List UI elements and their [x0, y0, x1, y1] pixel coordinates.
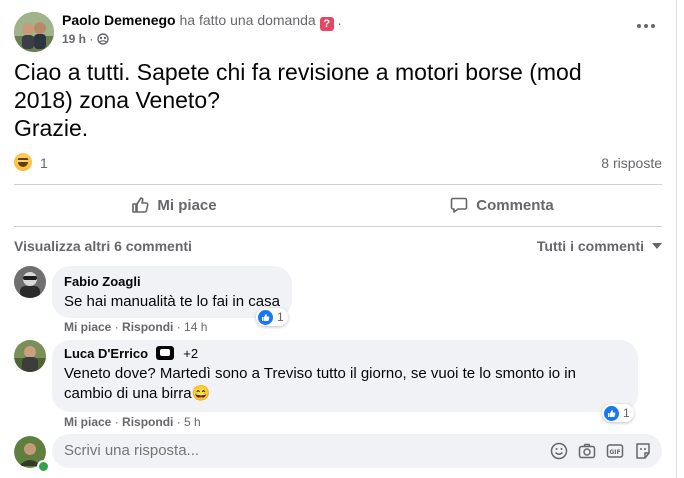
comment-item: Fabio Zoagli Se hai manualità te lo fai … [14, 266, 662, 336]
comment-filter-label: Tutti i commenti [536, 238, 644, 254]
comment-filter-dropdown[interactable]: Tutti i commenti [537, 238, 662, 254]
comment-time[interactable]: 5 h [184, 415, 201, 429]
gif-icon[interactable]: GIF [606, 442, 624, 460]
like-reaction-icon [604, 405, 619, 421]
comment-text: Se hai manualità te lo fai in casa [64, 293, 280, 310]
comment-bubble: Luca D'Errico +2 Veneto dove? Martedì so… [52, 340, 638, 412]
reaction-summary: 1 8 risposte [14, 152, 662, 174]
reply-tools: GIF [550, 442, 652, 460]
comment-button[interactable]: Commenta [342, 188, 662, 222]
like-reaction-icon [258, 309, 273, 325]
chevron-down-icon [652, 243, 662, 249]
comment-icon [450, 197, 468, 213]
badge-extra-count[interactable]: +2 [183, 346, 198, 361]
post-actions: Mi piace Commenta [14, 188, 662, 224]
commenter-avatar[interactable] [14, 340, 46, 372]
trailing-dot: . [337, 12, 342, 28]
comment-text-line: Veneto dove? Martedì sono a Treviso tutt… [64, 365, 576, 382]
post-text-line: Grazie. [14, 115, 89, 141]
comment-text: Veneto dove? Martedì sono a Treviso tutt… [64, 364, 626, 404]
comment-meta: Mi piace · Rispondi · 5 h [64, 415, 201, 429]
online-status-dot [37, 460, 50, 473]
comment-like-link[interactable]: Mi piace [64, 415, 111, 429]
divider [14, 184, 662, 185]
post-time[interactable]: 19 h [62, 32, 86, 46]
commenter-avatar[interactable] [14, 266, 46, 298]
post-meta: 19 h · [62, 32, 109, 48]
author-name[interactable]: Paolo Demenego [62, 12, 176, 28]
divider [14, 226, 662, 227]
commenter-name[interactable]: Fabio Zoagli [64, 274, 280, 290]
view-more-comments-link[interactable]: Visualizza altri 6 commenti [14, 238, 192, 254]
post-card: Paolo Demenego ha fatto una domanda? . 1… [0, 0, 677, 478]
post-text-line: 2018) zona Veneto? [14, 87, 220, 113]
emoji-icon[interactable] [550, 442, 568, 460]
post-header: Paolo Demenego ha fatto una domanda? . 1… [12, 8, 664, 54]
question-badge-icon: ? [319, 17, 334, 31]
comment-time[interactable]: 14 h [184, 320, 207, 334]
group-icon [97, 33, 109, 48]
sticker-icon[interactable] [634, 442, 652, 460]
meta-separator: · [89, 32, 94, 46]
haha-reaction-icon[interactable] [14, 153, 32, 171]
commenter-name-line: Luca D'Errico +2 [64, 346, 626, 362]
comment-item: Luca D'Errico +2 Veneto dove? Martedì so… [14, 340, 662, 430]
camera-icon[interactable] [578, 442, 596, 460]
post-text-line: Ciao a tutti. Sapete chi fa revisione a … [14, 59, 582, 85]
post-action-text: ha fatto una domanda [179, 12, 316, 28]
comment-reaction-pill[interactable]: 1 [602, 404, 634, 422]
comment-reply-link[interactable]: Rispondi [122, 320, 173, 334]
comment-bubble: Fabio Zoagli Se hai manualità te lo fai … [52, 266, 292, 318]
grin-emoji: 😄 [191, 385, 211, 402]
top-fan-badge-icon[interactable] [155, 346, 174, 360]
author-line: Paolo Demenego ha fatto una domanda? . [62, 12, 342, 31]
reaction-count[interactable]: 1 [40, 155, 48, 171]
comment-reaction-pill[interactable]: 1 [256, 308, 288, 326]
commenter-name[interactable]: Luca D'Errico [64, 346, 148, 361]
replies-count[interactable]: 8 risposte [601, 155, 662, 171]
comment-like-link[interactable]: Mi piace [64, 320, 111, 334]
current-user-avatar[interactable] [14, 436, 50, 473]
comment-meta: Mi piace · Rispondi · 14 h [64, 320, 208, 334]
like-button[interactable]: Mi piace [14, 188, 334, 222]
like-label: Mi piace [157, 196, 217, 214]
comment-reply-link[interactable]: Rispondi [122, 415, 173, 429]
post-text: Ciao a tutti. Sapete chi fa revisione a … [14, 58, 654, 142]
comment-text-line-2: cambio di una birra😄 [64, 384, 626, 404]
comment-reaction-count: 1 [623, 406, 630, 420]
comment-text-line: cambio di una birra [64, 385, 192, 402]
more-horizontal-icon[interactable] [628, 14, 664, 38]
comment-reaction-count: 1 [277, 310, 284, 324]
reply-composer: GIF [14, 434, 662, 473]
thumbs-up-icon [132, 197, 149, 213]
svg-text:GIF: GIF [609, 449, 620, 456]
author-avatar[interactable] [14, 12, 54, 52]
comment-label: Commenta [476, 196, 554, 214]
comments-bar: Visualizza altri 6 commenti Tutti i comm… [14, 238, 662, 258]
